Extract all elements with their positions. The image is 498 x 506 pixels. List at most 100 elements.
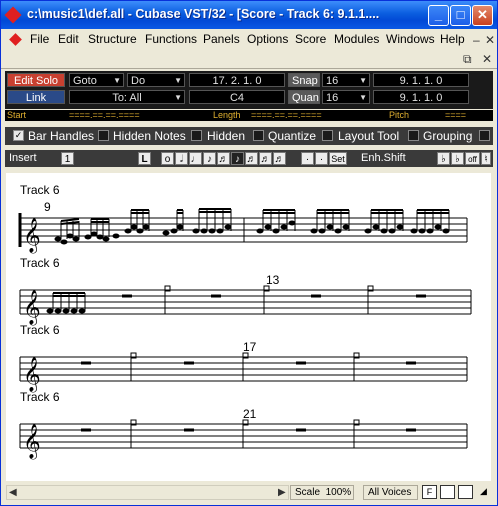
quant-value: 16 xyxy=(326,92,339,104)
selected-note-value-icon[interactable]: ♪ xyxy=(231,152,244,165)
status-box-2[interactable] xyxy=(440,485,455,499)
double-flat-icon[interactable]: ♭ xyxy=(437,152,450,165)
eighth-note-icon[interactable]: ♪ xyxy=(203,152,216,165)
minimize-button[interactable]: _ xyxy=(428,5,449,26)
layout-tool-label: Layout Tool xyxy=(338,129,400,143)
menu-functions[interactable]: Functions xyxy=(145,32,197,46)
scroll-left-icon[interactable]: ◀ xyxy=(9,487,17,498)
score-canvas[interactable]: Track 6 9 Track 6 13 Track 6 17 Track 6 … xyxy=(6,173,491,481)
mdi-close-button-2[interactable]: ✕ xyxy=(482,52,492,66)
enh-off-button[interactable]: off xyxy=(465,152,480,165)
goto-label: Goto xyxy=(73,75,97,87)
pitch-value[interactable]: ==== xyxy=(445,110,466,121)
snap-arrow-icon: ▼ xyxy=(359,76,367,85)
scale-value: 100% xyxy=(325,487,352,498)
mdi-strip: ⧉ ✕ xyxy=(1,49,497,69)
menu-windows[interactable]: Windows xyxy=(386,32,435,46)
quant-arrow-icon: ▼ xyxy=(359,93,367,102)
document-diamond-icon[interactable] xyxy=(9,33,22,46)
to-all-label: To: All xyxy=(112,92,142,104)
mdi-minimize-button[interactable]: – xyxy=(473,33,480,47)
length-label: Length xyxy=(213,110,241,120)
quant-position-display[interactable]: 9. 1. 1. 0 xyxy=(373,90,469,104)
hidden-notes-label: Hidden Notes xyxy=(113,129,186,143)
staff-1-notes xyxy=(54,208,450,245)
length-value[interactable]: ====.==.==.==== xyxy=(251,110,322,121)
treble-clef-1: 𝄞 xyxy=(23,218,41,254)
mdi-restore-button[interactable]: ⧉ xyxy=(463,52,472,67)
link-button[interactable]: Link xyxy=(7,90,65,104)
hidden-notes-checkbox[interactable] xyxy=(98,130,109,141)
to-all-selector[interactable]: To: All ▼ xyxy=(69,90,185,104)
grouping-checkbox[interactable] xyxy=(408,130,419,141)
edit-solo-button[interactable]: Edit Solo xyxy=(7,73,65,87)
horizontal-scrollbar[interactable]: ◀ ▶ xyxy=(6,485,289,500)
staff-4 xyxy=(19,419,468,449)
quant-label: Quant xyxy=(288,90,320,104)
goto-selector[interactable]: Goto ▼ xyxy=(69,73,124,87)
position-display[interactable]: 17. 2. 1. 0 xyxy=(189,73,285,87)
whole-note-icon[interactable]: o xyxy=(161,152,174,165)
resize-grip-icon[interactable]: ◢ xyxy=(476,485,491,499)
layout-tool-checkbox[interactable] xyxy=(322,130,333,141)
flat-icon[interactable]: ♭ xyxy=(451,152,464,165)
quant-selector[interactable]: 16 ▼ xyxy=(322,90,370,104)
scale-field[interactable]: Scale 100% xyxy=(290,485,354,500)
do-selector[interactable]: Do ▼ xyxy=(127,73,185,87)
natural-icon[interactable]: ♮ xyxy=(481,152,491,165)
hidden-label: Hidden xyxy=(207,129,246,143)
menu-edit[interactable]: Edit xyxy=(58,32,79,46)
thirty-second-note-icon[interactable]: ♬ xyxy=(245,152,258,165)
treble-clef-4: 𝄞 xyxy=(23,424,41,460)
quarter-note-icon[interactable]: ♩ xyxy=(189,152,202,165)
half-note-icon[interactable]: 𝅗𝅥 xyxy=(175,152,188,165)
event-info-line: Start ====.==.==.==== Length ====.==.==.… xyxy=(5,110,493,121)
app-window: c:\music1\def.all - Cubase VST/32 - [Sco… xyxy=(0,0,498,506)
maximize-button[interactable]: □ xyxy=(450,5,471,26)
snap-label: Snap xyxy=(288,73,320,87)
menu-bar: File Edit Structure Functions Panels Opt… xyxy=(1,29,497,49)
start-value[interactable]: ====.==.==.==== xyxy=(69,110,140,121)
extra-option-checkbox[interactable] xyxy=(479,130,490,141)
enh-shift-label: Enh.Shift xyxy=(361,152,406,164)
snap-position-display[interactable]: 9. 1. 1. 0 xyxy=(373,73,469,87)
display-options-bar: ✓ Bar Handles Hidden Notes Hidden Quanti… xyxy=(5,127,493,145)
title-bar[interactable]: c:\music1\def.all - Cubase VST/32 - [Sco… xyxy=(1,1,497,29)
dot-icon[interactable]: · xyxy=(301,152,314,165)
menu-options[interactable]: Options xyxy=(247,32,288,46)
triplet-icon[interactable]: ♬ xyxy=(273,152,286,165)
set-button[interactable]: Set xyxy=(329,152,347,165)
menu-score[interactable]: Score xyxy=(295,32,326,46)
tie-icon[interactable]: · xyxy=(315,152,328,165)
quantize-label: Quantize xyxy=(268,129,317,143)
close-button[interactable]: ✕ xyxy=(472,5,493,26)
score-staves: 𝄞 𝄞 𝄞 𝄞 xyxy=(18,208,472,460)
menu-structure[interactable]: Structure xyxy=(88,32,137,46)
pitch-display[interactable]: C4 xyxy=(189,90,285,104)
menu-file[interactable]: File xyxy=(30,32,49,46)
hidden-checkbox[interactable] xyxy=(191,130,202,141)
l-button[interactable]: L xyxy=(138,152,151,165)
treble-clef-2: 𝄞 xyxy=(23,290,41,326)
scroll-right-icon[interactable]: ▶ xyxy=(278,487,286,498)
bar-handles-checkbox[interactable]: ✓ xyxy=(13,130,24,141)
voices-field[interactable]: All Voices xyxy=(363,485,418,500)
snap-selector[interactable]: 16 ▼ xyxy=(322,73,370,87)
staff-2 xyxy=(19,285,472,315)
f-box[interactable]: F xyxy=(422,485,437,499)
cubase-diamond-icon[interactable] xyxy=(4,6,22,24)
snap-value: 16 xyxy=(326,75,339,87)
do-arrow-icon: ▼ xyxy=(174,76,182,85)
mdi-close-button[interactable]: ✕ xyxy=(485,33,495,47)
status-box-3[interactable] xyxy=(458,485,473,499)
insert-toolbar: Insert 1 L o 𝅗𝅥 ♩ ♪ ♬ ♪ ♬ ♬ ♬ · · Set En… xyxy=(5,150,493,167)
insert-label: Insert xyxy=(9,152,37,164)
sixty-fourth-note-icon[interactable]: ♬ xyxy=(259,152,272,165)
menu-panels[interactable]: Panels xyxy=(203,32,240,46)
staff-1 xyxy=(18,213,468,247)
menu-modules[interactable]: Modules xyxy=(334,32,379,46)
insert-voice-selector[interactable]: 1 xyxy=(61,152,74,165)
menu-help[interactable]: Help xyxy=(440,32,465,46)
sixteenth-note-icon[interactable]: ♬ xyxy=(217,152,230,165)
quantize-checkbox[interactable] xyxy=(253,130,264,141)
